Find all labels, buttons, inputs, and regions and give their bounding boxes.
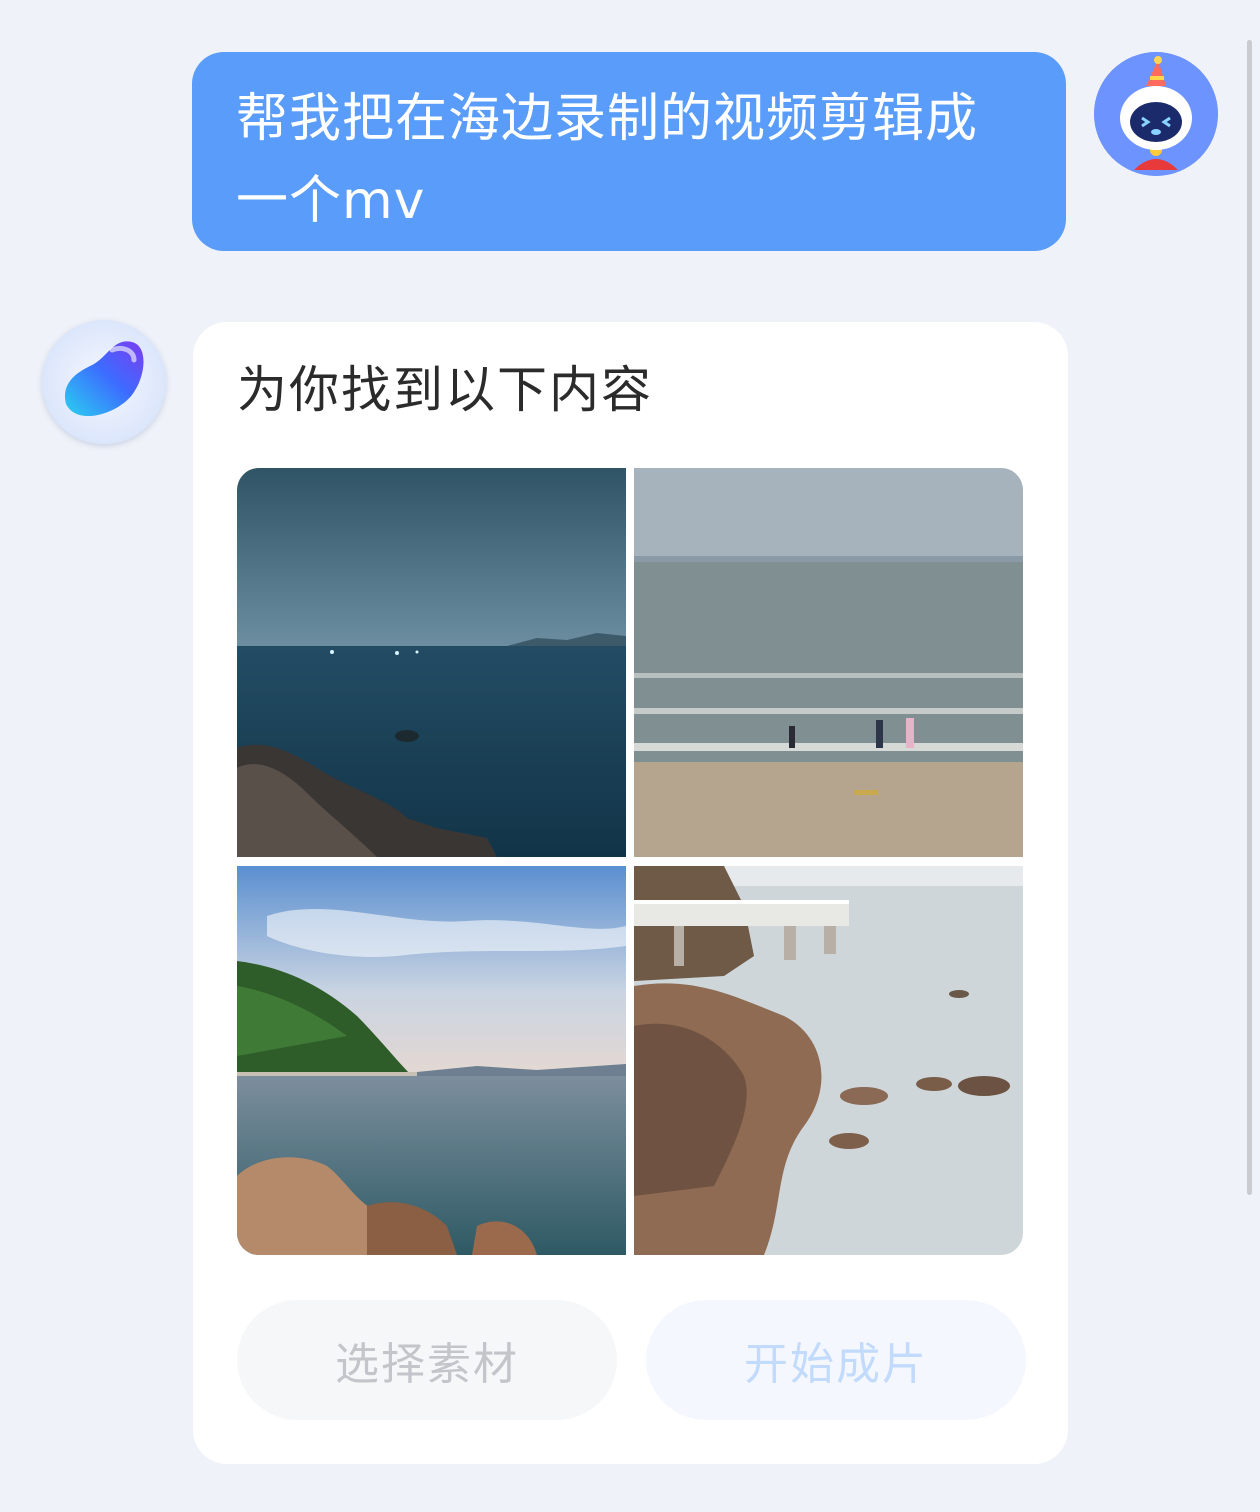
bot-avatar[interactable] [42,320,166,444]
image-grid [237,468,1023,1255]
start-making-button[interactable]: 开始成片 [646,1300,1026,1420]
user-message-line-2: 一个mv [236,171,426,231]
card-title: 为你找到以下内容 [237,361,653,419]
bot-result-card: 为你找到以下内容 选择素材 开始成片 [193,322,1068,1464]
robot-mascot-party-hat-icon [1094,52,1218,176]
boardwalk-rocky-shore-image[interactable] [634,866,1023,1255]
beach-people-waves-image[interactable] [634,468,1023,857]
user-message-line-1: 帮我把在海边录制的视频剪辑成 [236,89,979,149]
scrollbar[interactable] [1247,40,1252,1195]
select-material-button[interactable]: 选择素材 [237,1300,617,1420]
user-avatar[interactable] [1094,52,1218,176]
seaside-dusk-rocks-image[interactable] [237,468,626,857]
user-message-bubble: 帮我把在海边录制的视频剪辑成 一个mv [192,52,1066,251]
green-hill-coast-rocks-image[interactable] [237,866,626,1255]
assistant-blob-logo-icon [64,341,144,417]
